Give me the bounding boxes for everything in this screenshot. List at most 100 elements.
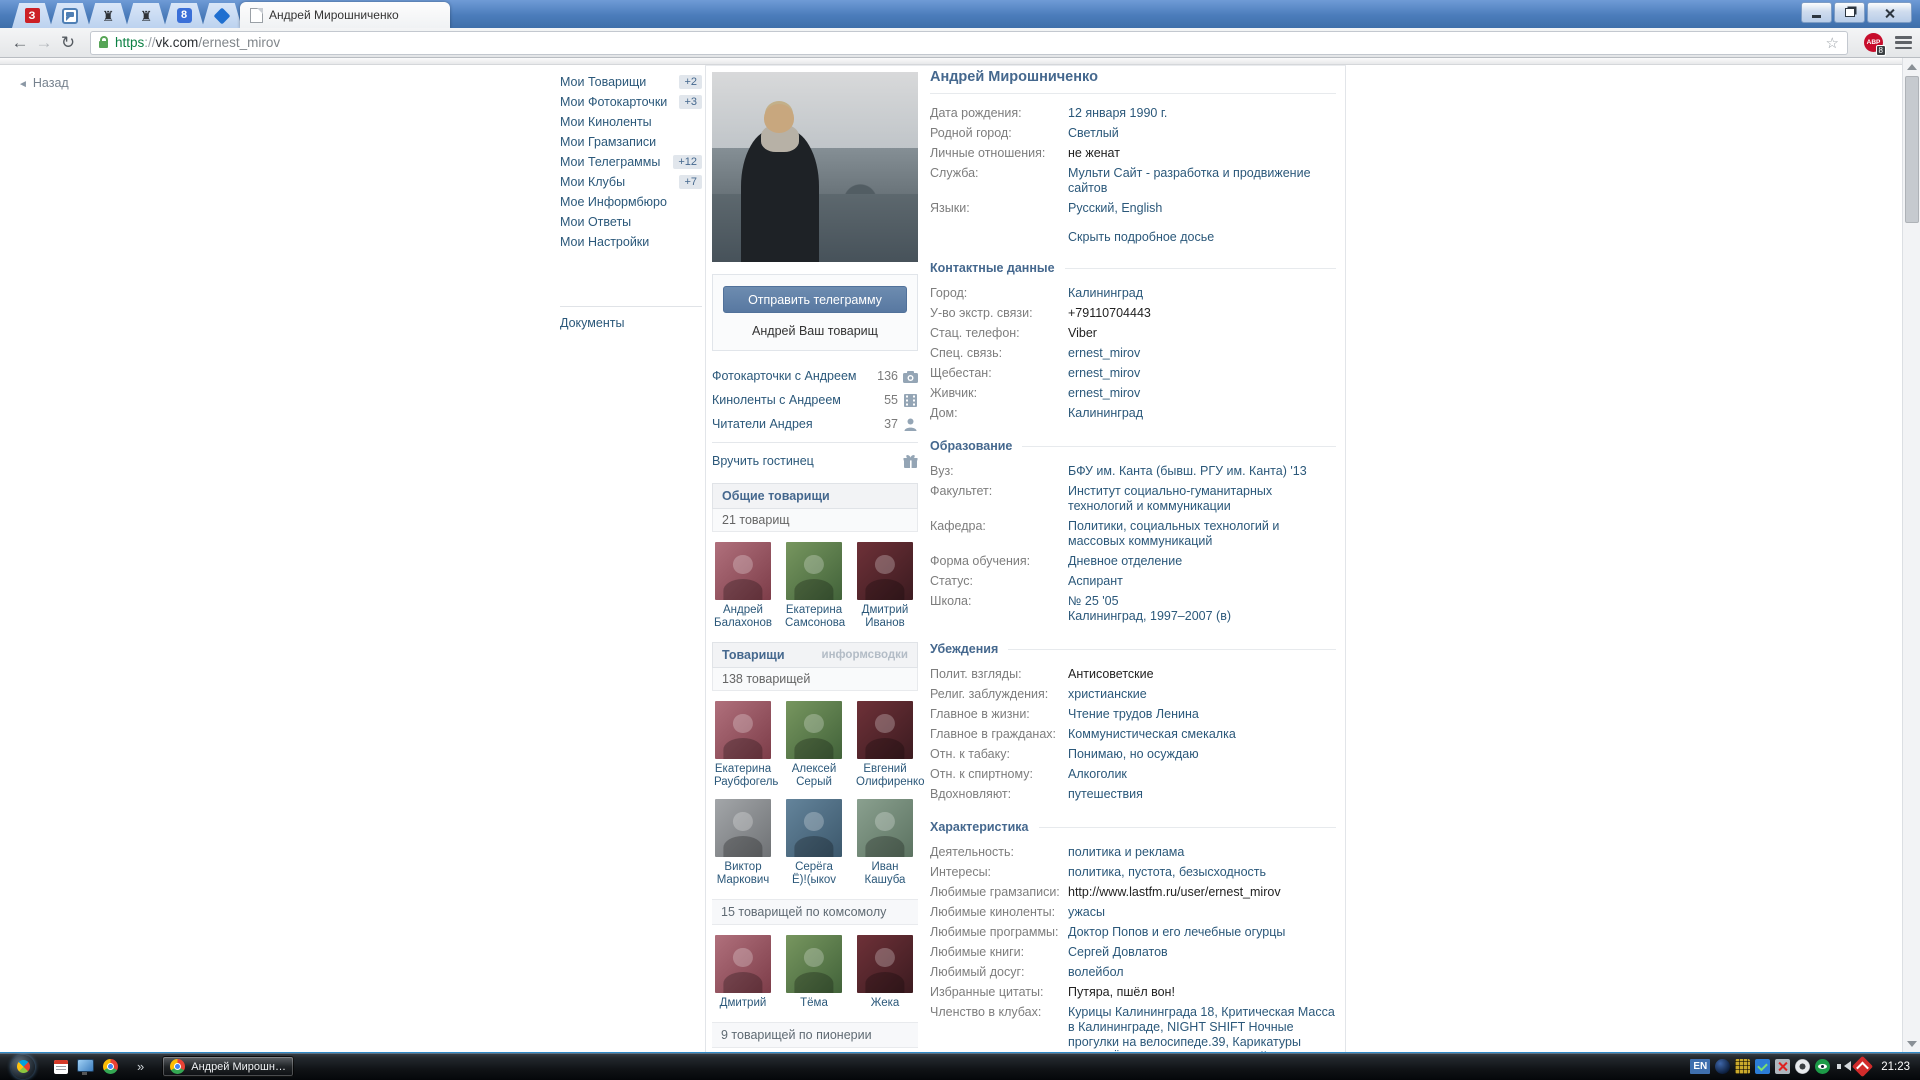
- friend-card[interactable]: АндрейБалахонов: [714, 542, 772, 630]
- followers-counter[interactable]: Читатели Андрея 37: [712, 412, 918, 436]
- friend-card[interactable]: ДмитрийИванов: [856, 542, 914, 630]
- tab-informsvodki[interactable]: информсводки: [822, 649, 909, 661]
- friend-card[interactable]: Жека: [856, 935, 914, 1010]
- info-value[interactable]: Дневное отделение: [1068, 554, 1336, 569]
- info-value[interactable]: Мульти Сайт - разработка и продвижение с…: [1068, 166, 1336, 196]
- sidebar-menu-item[interactable]: Мои Клубы +7: [560, 172, 702, 192]
- browser-menu-button[interactable]: [1895, 36, 1912, 49]
- info-value[interactable]: Калининград: [1068, 286, 1336, 301]
- disc-tray-icon[interactable]: [1795, 1059, 1810, 1074]
- info-value[interactable]: христианские: [1068, 687, 1336, 702]
- display-icon[interactable]: [77, 1059, 94, 1072]
- counter-label: Читатели Андрея: [712, 417, 884, 431]
- back-nav-button[interactable]: ←: [8, 32, 32, 54]
- pinned-tab-3[interactable]: ♜: [88, 3, 128, 28]
- info-value[interactable]: политика и реклама: [1068, 845, 1336, 860]
- chrome-icon[interactable]: [103, 1059, 118, 1074]
- sidebar-menu-item[interactable]: Мои Грамзаписи: [560, 132, 702, 152]
- minimize-button[interactable]: [1801, 2, 1832, 23]
- start-button[interactable]: [8, 1054, 38, 1080]
- info-value[interactable]: Политики, социальных технологий и массов…: [1068, 519, 1336, 549]
- grid-tray-icon[interactable]: [1735, 1059, 1750, 1074]
- sphere-tray-icon[interactable]: [1715, 1059, 1730, 1074]
- restore-button[interactable]: [1834, 2, 1865, 23]
- pinned-tab-6[interactable]: [202, 3, 242, 28]
- gift-link[interactable]: Вручить гостинец: [712, 449, 918, 473]
- sidebar-menu-item[interactable]: Мои Киноленты: [560, 112, 702, 132]
- sidebar-menu-item[interactable]: Мои Фотокарточки +3: [560, 92, 702, 112]
- reload-button[interactable]: ↻: [56, 32, 80, 54]
- adblock-extension-icon[interactable]: ABP 8: [1864, 33, 1883, 52]
- info-value[interactable]: Понимаю, но осуждаю: [1068, 747, 1336, 762]
- info-value[interactable]: Русский, English: [1068, 201, 1336, 216]
- updown-arrows-tray-icon[interactable]: [1852, 1056, 1873, 1077]
- forward-nav-button[interactable]: →: [32, 32, 56, 54]
- desktop-screen: З ♜ ♜ 8 Андрей Мирошниченко ← → ↻ https …: [0, 0, 1920, 1080]
- info-value[interactable]: политика, пустота, безысходность: [1068, 865, 1336, 880]
- friend-card[interactable]: СерёгаЁ)!(ыкov: [785, 799, 843, 887]
- info-value[interactable]: ernest_mirov: [1068, 366, 1336, 381]
- active-tab[interactable]: Андрей Мирошниченко: [240, 2, 450, 28]
- sidebar-menu-item[interactable]: Мои Ответы: [560, 212, 702, 232]
- info-value[interactable]: Аспирант: [1068, 574, 1336, 589]
- info-value[interactable]: ernest_mirov: [1068, 386, 1336, 401]
- dropbox-tray-icon[interactable]: [1755, 1059, 1770, 1074]
- scroll-down-arrow[interactable]: [1907, 1041, 1917, 1047]
- info-row: Дом: Калининград: [930, 403, 1336, 423]
- info-value[interactable]: № 25 '05 Калининград, 1997–2007 (в): [1068, 594, 1336, 624]
- photos-counter[interactable]: Фотокарточки с Андреем 136: [712, 364, 918, 388]
- info-value[interactable]: Доктор Попов и его лечебные огурцы: [1068, 925, 1336, 940]
- info-value[interactable]: 12 января 1990 г.: [1068, 106, 1336, 121]
- pinned-tab-4[interactable]: ♜: [126, 3, 166, 28]
- info-value[interactable]: Коммунистическая смекалка: [1068, 727, 1336, 742]
- network-error-tray-icon[interactable]: [1775, 1059, 1790, 1074]
- friend-card[interactable]: ЕвгенийОлифиренко: [856, 701, 914, 789]
- antivirus-eye-tray-icon[interactable]: [1815, 1059, 1830, 1074]
- bookmark-star-icon[interactable]: ☆: [1826, 34, 1839, 52]
- pinned-tab-1[interactable]: З: [12, 3, 52, 28]
- info-value[interactable]: Калининград: [1068, 406, 1336, 421]
- close-button[interactable]: [1867, 2, 1912, 23]
- address-bar[interactable]: https :// vk.com /ernest_mirov ☆: [90, 31, 1848, 55]
- info-value[interactable]: Институт социально-гуманитарных технолог…: [1068, 484, 1336, 514]
- info-value[interactable]: Сергей Довлатов: [1068, 945, 1336, 960]
- info-value[interactable]: Светлый: [1068, 126, 1336, 141]
- pinned-tab-2[interactable]: [50, 3, 90, 28]
- sidebar-menu-item[interactable]: Мои Настройки: [560, 232, 702, 252]
- friend-card[interactable]: АлексейСерый: [785, 701, 843, 789]
- scroll-up-arrow[interactable]: [1907, 64, 1917, 70]
- taskbar-clock[interactable]: 21:23: [1881, 1061, 1910, 1073]
- overflow-chevron-icon[interactable]: »: [137, 1059, 144, 1074]
- info-value[interactable]: волейбол: [1068, 965, 1336, 980]
- info-value[interactable]: Алкоголик: [1068, 767, 1336, 782]
- taskbar-window-button[interactable]: Андрей Мирошничен...: [162, 1056, 294, 1077]
- calendar-icon[interactable]: [54, 1060, 68, 1074]
- profile-photo[interactable]: [712, 72, 918, 262]
- send-telegram-button[interactable]: Отправить телеграмму: [723, 286, 907, 313]
- info-value[interactable]: БФУ им. Канта (бывш. РГУ им. Канта) '13: [1068, 464, 1336, 479]
- info-row: Деятельность: политика и реклама: [930, 842, 1336, 862]
- volume-tray-icon[interactable]: [1835, 1059, 1850, 1074]
- info-value[interactable]: Чтение трудов Ленина: [1068, 707, 1336, 722]
- info-value[interactable]: ужасы: [1068, 905, 1336, 920]
- friend-card[interactable]: Тёма: [785, 935, 843, 1010]
- page-scrollbar[interactable]: [1902, 58, 1920, 1053]
- info-value[interactable]: путешествия: [1068, 787, 1336, 802]
- friend-card[interactable]: ВикторМаркович: [714, 799, 772, 887]
- info-value[interactable]: ernest_mirov: [1068, 346, 1336, 361]
- back-link[interactable]: ◄Назад: [18, 76, 69, 90]
- friend-card[interactable]: Дмитрий: [714, 935, 772, 1010]
- videos-counter[interactable]: Киноленты с Андреем 55: [712, 388, 918, 412]
- sidebar-menu-item[interactable]: Мои Товарищи +2: [560, 72, 702, 92]
- scrollbar-thumb[interactable]: [1905, 76, 1919, 223]
- friend-card[interactable]: ИванКашуба: [856, 799, 914, 887]
- pinned-tab-5[interactable]: 8: [164, 3, 204, 28]
- friend-card[interactable]: ЕкатеринаСамсонова: [785, 542, 843, 630]
- friend-card[interactable]: ЕкатеринаРаубфогель: [714, 701, 772, 789]
- language-indicator[interactable]: EN: [1690, 1059, 1710, 1074]
- info-value[interactable]: Курицы Калининграда 18, Критическая Масс…: [1068, 1005, 1336, 1054]
- hide-details-link[interactable]: Скрыть подробное досье: [1068, 230, 1336, 245]
- sidebar-menu-item[interactable]: Мои Телеграммы +12: [560, 152, 702, 172]
- sidebar-menu-item[interactable]: Мое Информбюро: [560, 192, 702, 212]
- sidebar-item-documents[interactable]: Документы: [560, 313, 702, 333]
